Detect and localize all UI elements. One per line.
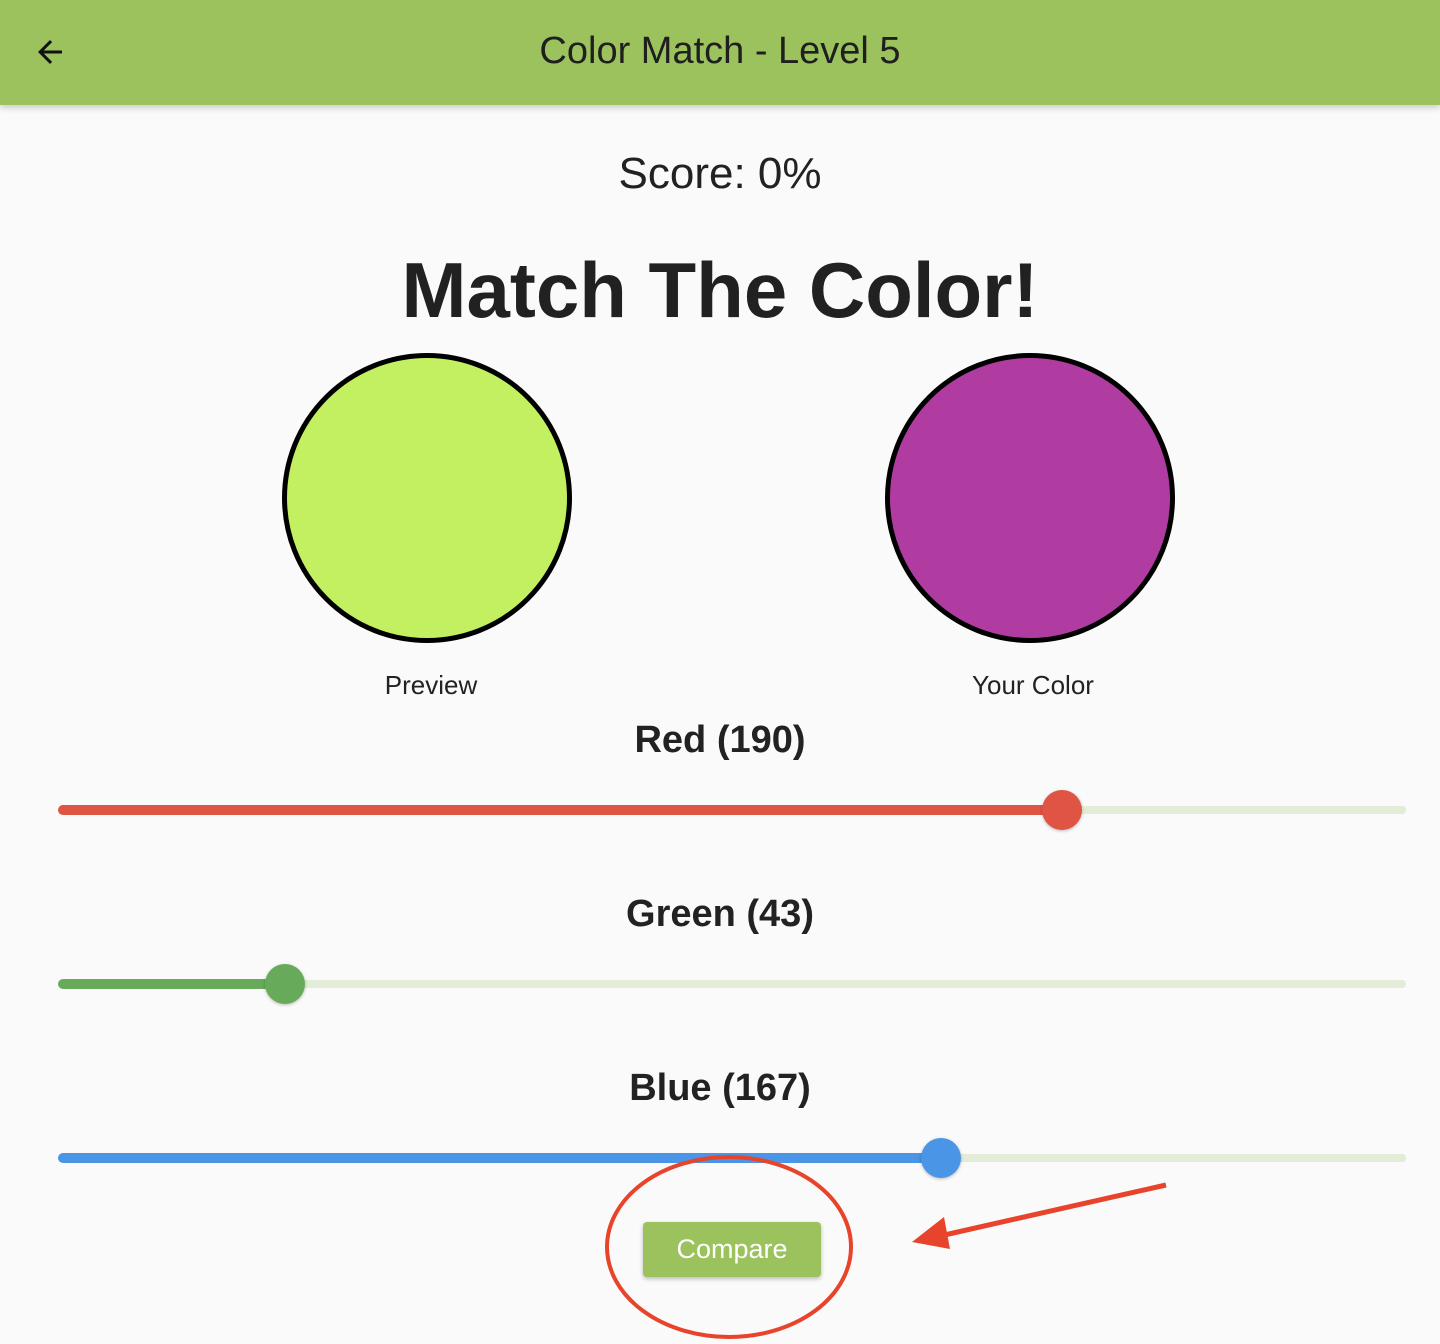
- blue-slider[interactable]: [58, 1138, 1406, 1178]
- green-slider[interactable]: [58, 964, 1406, 1004]
- blue-slider-label: Blue (167): [629, 1067, 811, 1109]
- blue-slider-fill: [58, 1153, 941, 1163]
- green-slider-fill: [58, 979, 286, 989]
- preview-label: Preview: [384, 670, 478, 700]
- page-heading: Match The Color!: [401, 246, 1039, 334]
- app-title: Color Match - Level 5: [539, 30, 901, 72]
- your-color-swatch: [885, 353, 1175, 643]
- red-slider-thumb[interactable]: [1042, 790, 1083, 830]
- preview-swatch: [282, 353, 572, 643]
- red-slider-fill: [58, 805, 1063, 815]
- score-text: Score: 0%: [618, 149, 822, 198]
- annotation-arrow-shaft: [939, 1182, 1167, 1239]
- your-color-label: Your Color: [972, 670, 1094, 700]
- app-bar: Color Match - Level 5: [0, 0, 1440, 105]
- green-slider-thumb[interactable]: [265, 964, 306, 1004]
- annotation-arrowhead: [912, 1217, 950, 1249]
- compare-button[interactable]: Compare: [643, 1222, 821, 1277]
- red-slider[interactable]: [58, 790, 1406, 830]
- green-slider-label: Green (43): [626, 893, 814, 935]
- red-slider-label: Red (190): [634, 719, 806, 761]
- blue-slider-thumb[interactable]: [920, 1138, 961, 1178]
